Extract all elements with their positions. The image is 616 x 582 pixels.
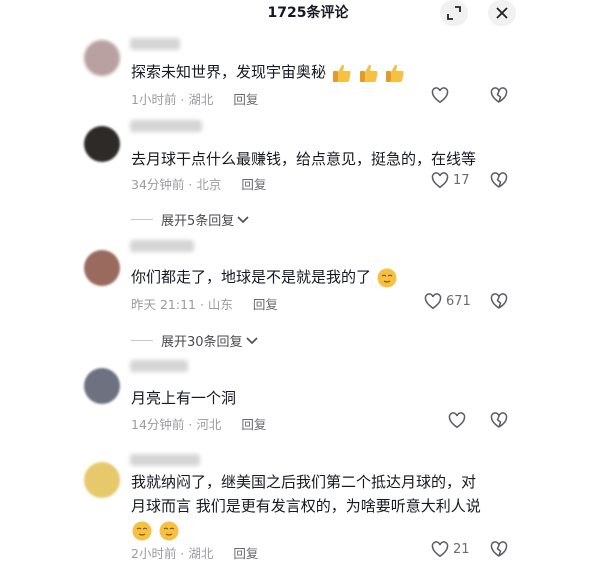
username-blurred[interactable]: [130, 360, 188, 372]
heart-icon: [448, 412, 466, 429]
dislike-button[interactable]: [490, 87, 508, 108]
comment-item: 去月球干点什么最赚钱，给点意见，挺急的，在线等 34分钟前 · 北京 回复 17…: [0, 118, 616, 229]
chevron-down-icon: [245, 336, 258, 344]
comment-text: 探索未知世界，发现宇宙奥秘: [131, 60, 531, 84]
comment-text: 我就纳闷了，继美国之后我们第二个抵达月球的，对 月球而言 我们是更有发言权的，为…: [131, 470, 551, 542]
comment-count-title: 1725条评论: [267, 5, 349, 21]
reply-button[interactable]: 回复: [233, 92, 258, 107]
comment-location: 湖北: [188, 92, 214, 107]
broken-heart-icon: [490, 87, 508, 103]
reply-button[interactable]: 回复: [253, 297, 278, 312]
expand-replies-button[interactable]: 展开5条回复: [131, 210, 250, 229]
divider: [131, 340, 153, 341]
comment-text: 月亮上有一个洞: [131, 389, 237, 407]
sly-face-emoji-icon: [132, 521, 152, 540]
heart-icon: [424, 293, 442, 310]
username-blurred[interactable]: [130, 240, 194, 252]
expand-icon: [447, 6, 461, 20]
heart-icon: [431, 172, 449, 189]
comment-time: 2小时前: [131, 546, 177, 561]
comment-item: 我就纳闷了，继美国之后我们第二个抵达月球的，对 月球而言 我们是更有发言权的，为…: [0, 452, 616, 572]
close-button[interactable]: [488, 0, 516, 26]
sly-face-emoji-icon: [377, 268, 397, 287]
like-button[interactable]: 21: [431, 541, 470, 558]
comment-location: 河北: [196, 417, 222, 432]
comment-location: 湖北: [188, 546, 214, 561]
sly-face-emoji-icon: [159, 521, 179, 540]
comment-location: 山东: [207, 297, 233, 312]
comment-text: 去月球干点什么最赚钱，给点意见，挺急的，在线等: [131, 150, 477, 168]
avatar[interactable]: [84, 462, 120, 498]
comment-meta: 昨天 21:11 · 山东 回复: [131, 297, 278, 312]
comment-item: 探索未知世界，发现宇宙奥秘 1小时前 · 湖北 回复: [0, 38, 616, 113]
comment-time: 34分钟前: [131, 177, 185, 192]
comment-meta: 14分钟前 · 河北 回复: [131, 417, 267, 432]
broken-heart-icon: [490, 293, 508, 309]
close-icon: [496, 7, 508, 19]
broken-heart-icon: [490, 412, 508, 428]
like-count: 17: [453, 173, 470, 188]
comment-location: 北京: [196, 177, 222, 192]
comment-time: 昨天 21:11: [131, 297, 196, 312]
comment-item: 你们都走了，地球是不是就是我的了 昨天 21:11 · 山东 回复 671 展开…: [0, 238, 616, 350]
username-blurred[interactable]: [130, 120, 202, 132]
comment-text: 你们都走了，地球是不是就是我的了: [131, 265, 531, 289]
reply-button[interactable]: 回复: [241, 177, 266, 192]
comment-meta: 1小时前 · 湖北 回复: [131, 92, 259, 107]
heart-icon: [431, 87, 449, 104]
username-blurred[interactable]: [130, 454, 200, 466]
comment-time: 14分钟前: [131, 417, 185, 432]
username-blurred[interactable]: [130, 38, 180, 50]
like-button[interactable]: 671: [424, 293, 471, 310]
broken-heart-icon: [490, 172, 508, 188]
divider: [131, 219, 153, 220]
heart-icon: [431, 541, 449, 558]
thumbs-up-emoji-icon: [332, 64, 351, 82]
dislike-button[interactable]: [490, 172, 508, 193]
like-button[interactable]: [448, 412, 470, 429]
comment-meta: 34分钟前 · 北京 回复: [131, 177, 267, 192]
avatar[interactable]: [84, 126, 120, 162]
avatar[interactable]: [84, 250, 120, 286]
expand-replies-label: 展开30条回复: [161, 335, 243, 350]
expand-button[interactable]: [440, 0, 468, 26]
like-count: 21: [453, 542, 470, 557]
avatar[interactable]: [84, 40, 120, 76]
comment-time: 1小时前: [131, 92, 177, 107]
thumbs-up-emoji-icon: [359, 64, 378, 82]
dislike-button[interactable]: [490, 293, 508, 314]
reply-button[interactable]: 回复: [241, 417, 266, 432]
dislike-button[interactable]: [490, 412, 508, 433]
emoji-row: [131, 518, 551, 542]
comments-header: 1725条评论: [0, 0, 616, 28]
expand-replies-label: 展开5条回复: [161, 214, 235, 229]
broken-heart-icon: [490, 541, 508, 557]
like-button[interactable]: [431, 87, 453, 104]
like-count: 671: [446, 294, 471, 309]
avatar[interactable]: [84, 368, 120, 404]
expand-replies-button[interactable]: 展开30条回复: [131, 331, 259, 350]
like-button[interactable]: 17: [431, 172, 470, 189]
dislike-button[interactable]: [490, 541, 508, 562]
comment-meta: 2小时前 · 湖北 回复: [131, 546, 259, 561]
thumbs-up-emoji-icon: [386, 64, 404, 82]
comment-item: 月亮上有一个洞 14分钟前 · 河北 回复: [0, 358, 616, 438]
reply-button[interactable]: 回复: [233, 546, 258, 561]
chevron-down-icon: [237, 215, 249, 223]
